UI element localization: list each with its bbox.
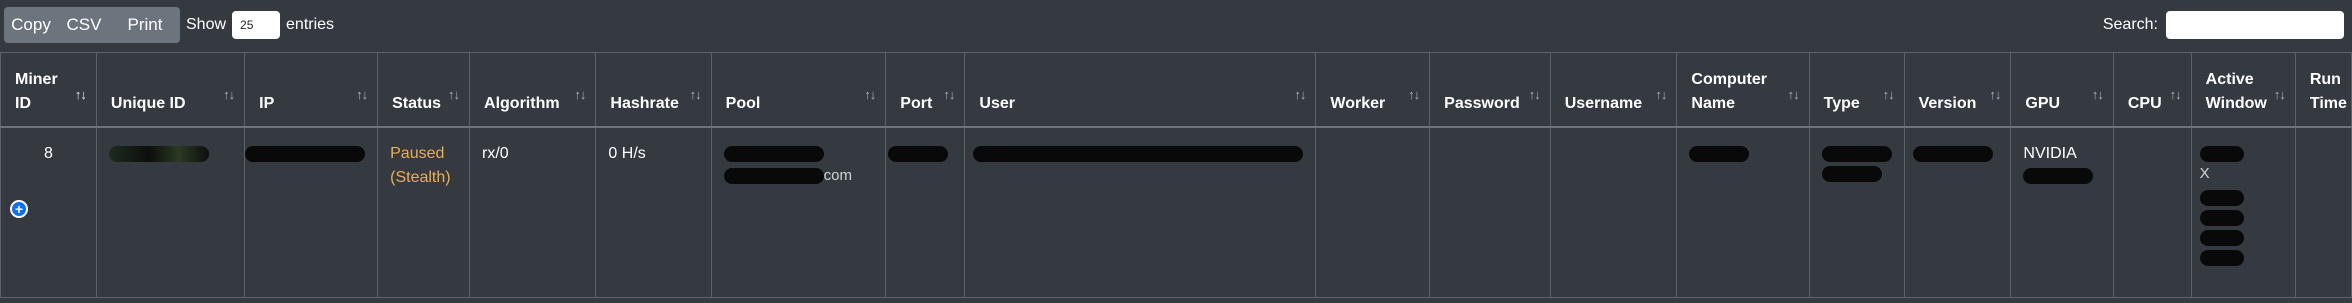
col-username[interactable]: Username ↑↓: [1549, 52, 1678, 128]
col-algorithm[interactable]: Algorithm ↑↓: [469, 52, 597, 128]
col-gpu[interactable]: GPU ↑↓: [2010, 52, 2114, 128]
sort-icon: ↑↓: [2091, 87, 2104, 102]
sort-icon: ↑↓: [943, 87, 955, 102]
sort-icon: ↑↓: [1989, 87, 2001, 102]
active-window-visible-text: X: [2199, 164, 2210, 182]
col-ip[interactable]: IP ↑↓: [244, 52, 379, 128]
sort-icon: ↑↓: [689, 87, 702, 102]
print-button[interactable]: Print: [110, 7, 180, 43]
col-hashrate[interactable]: Hashrate ↑↓: [595, 52, 712, 128]
cell-active-window: X: [2190, 126, 2296, 298]
cell-status: Paused (Stealth): [377, 126, 471, 298]
cell-gpu: NVIDIA: [2010, 126, 2114, 298]
miners-table: Miner ID ↑↓ Unique ID ↑↓ IP ↑↓ Status ↑↓ Algo…: [0, 52, 2352, 298]
cell-user-redacted: [964, 126, 1317, 298]
sort-asc-icon: ↑↓: [74, 87, 87, 102]
miners-table-wrapper: Miner ID ↑↓ Unique ID ↑↓ IP ↑↓ Status ↑↓ Algo…: [0, 52, 2352, 298]
sort-icon: ↑↓: [356, 87, 368, 102]
sort-icon: ↑↓: [1528, 87, 1541, 102]
col-active-window[interactable]: Active Window ↑↓: [2190, 52, 2296, 128]
length-suffix: entries: [286, 16, 335, 33]
col-run-time[interactable]: Run Time: [2294, 52, 2352, 128]
sort-icon: ↑↓: [2273, 87, 2286, 102]
col-pool[interactable]: Pool ↑↓: [710, 52, 887, 128]
pool-visible-text: com: [823, 166, 852, 184]
csv-button[interactable]: CSV: [58, 7, 110, 43]
search-input[interactable]: [2166, 11, 2344, 39]
expand-row-icon[interactable]: +: [10, 200, 28, 218]
cell-algorithm: rx/0: [469, 126, 597, 298]
sort-icon: ↑↓: [1787, 87, 1800, 102]
cell-unique-id-redacted: [95, 126, 246, 298]
cell-port-redacted: [885, 126, 966, 298]
sort-icon: ↑↓: [1655, 87, 1667, 102]
col-worker[interactable]: Worker ↑↓: [1315, 52, 1431, 128]
search-label: Search:: [2102, 16, 2158, 33]
table-row[interactable]: 8 Paused (Stealth) rx/0 0 H/s com NVIDIA …: [0, 126, 2352, 298]
cell-password: [1429, 126, 1551, 298]
col-type[interactable]: Type ↑↓: [1808, 52, 1905, 128]
col-user[interactable]: User ↑↓: [964, 52, 1317, 128]
gpu-visible-text: NVIDIA: [2023, 144, 2077, 162]
sort-icon: ↑↓: [1408, 87, 1420, 102]
col-password[interactable]: Password ↑↓: [1429, 52, 1551, 128]
sort-icon: ↑↓: [2169, 87, 2182, 102]
cell-type-redacted: [1808, 126, 1905, 298]
sort-icon: ↑↓: [574, 87, 586, 102]
col-miner-id[interactable]: Miner ID ↑↓: [0, 52, 97, 128]
length-prefix: Show: [186, 16, 227, 33]
page-length-control: Show 25 entries: [186, 7, 334, 43]
header-row: Miner ID ↑↓ Unique ID ↑↓ IP ↑↓ Status ↑↓ Algo…: [0, 52, 2352, 128]
cell-version-redacted: [1903, 126, 2012, 298]
cell-hashrate: 0 H/s: [595, 126, 712, 298]
search-control: Search:: [2103, 7, 2344, 43]
sort-icon: ↑↓: [448, 87, 460, 102]
cell-worker: [1315, 126, 1431, 298]
sort-icon: ↑↓: [1294, 87, 1306, 102]
cell-pool: com: [710, 126, 887, 298]
sort-icon: ↑↓: [223, 87, 235, 102]
cell-run-time: [2294, 126, 2352, 298]
cell-username: [1549, 126, 1678, 298]
export-button-group: Copy CSV Print: [4, 7, 180, 43]
cell-ip-redacted: [244, 126, 379, 298]
page-length-select[interactable]: 25: [232, 11, 281, 39]
col-port[interactable]: Port ↑↓: [885, 52, 966, 128]
col-computer-name[interactable]: Computer Name ↑↓: [1676, 52, 1810, 128]
copy-button[interactable]: Copy: [4, 7, 58, 43]
sort-icon: ↑↓: [1882, 87, 1895, 102]
col-cpu[interactable]: CPU ↑↓: [2112, 52, 2192, 128]
table-toolbar: Copy CSV Print Show 25 entries Search:: [0, 0, 2352, 50]
col-unique-id[interactable]: Unique ID ↑↓: [95, 52, 246, 128]
cell-computer-name-redacted: [1676, 126, 1810, 298]
col-status[interactable]: Status ↑↓: [377, 52, 471, 128]
col-version[interactable]: Version ↑↓: [1903, 52, 2012, 128]
cell-cpu: [2112, 126, 2192, 298]
sort-icon: ↑↓: [864, 87, 876, 102]
